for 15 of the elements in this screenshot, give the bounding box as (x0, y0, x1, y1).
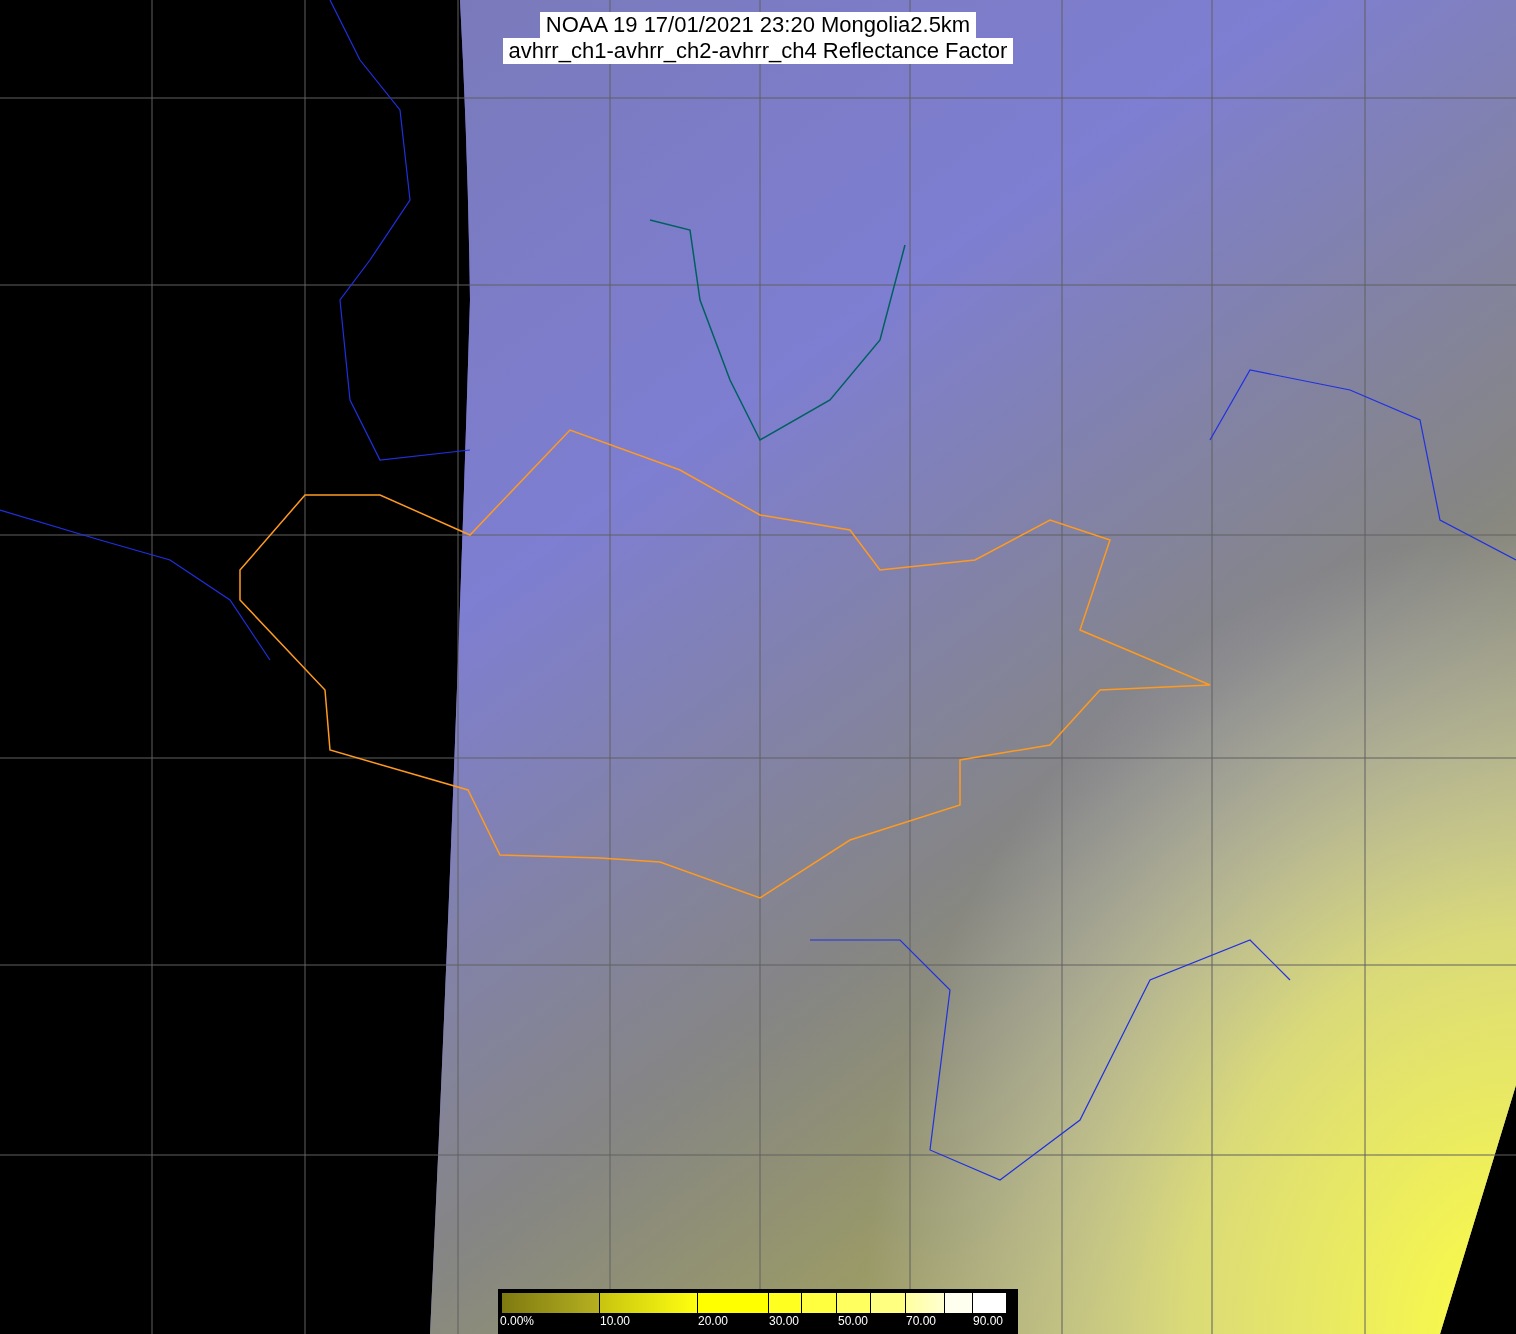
scale-label: 50.00 (838, 1314, 869, 1328)
color-scale-segment (871, 1293, 906, 1313)
scale-label: 20.00 (698, 1314, 729, 1328)
scale-label: 10.00 (600, 1314, 631, 1328)
color-scale-segment (837, 1293, 871, 1313)
scale-label: 30.00 (769, 1314, 800, 1328)
color-scale-segment (906, 1293, 945, 1313)
map-title: NOAA 19 17/01/2021 23:20 Mongolia2.5km (539, 12, 977, 38)
scale-label: 90.00 (973, 1314, 1004, 1328)
scale-label: 0.00% (500, 1314, 535, 1328)
map-title: avhrr_ch1-avhrr_ch2-avhrr_ch4 Reflectance Factor (502, 38, 1014, 64)
color-scale-segment (945, 1293, 973, 1313)
scale-label: 70.00 (906, 1314, 937, 1328)
color-scale-segment (973, 1293, 1007, 1313)
color-scale-segment (802, 1293, 837, 1313)
